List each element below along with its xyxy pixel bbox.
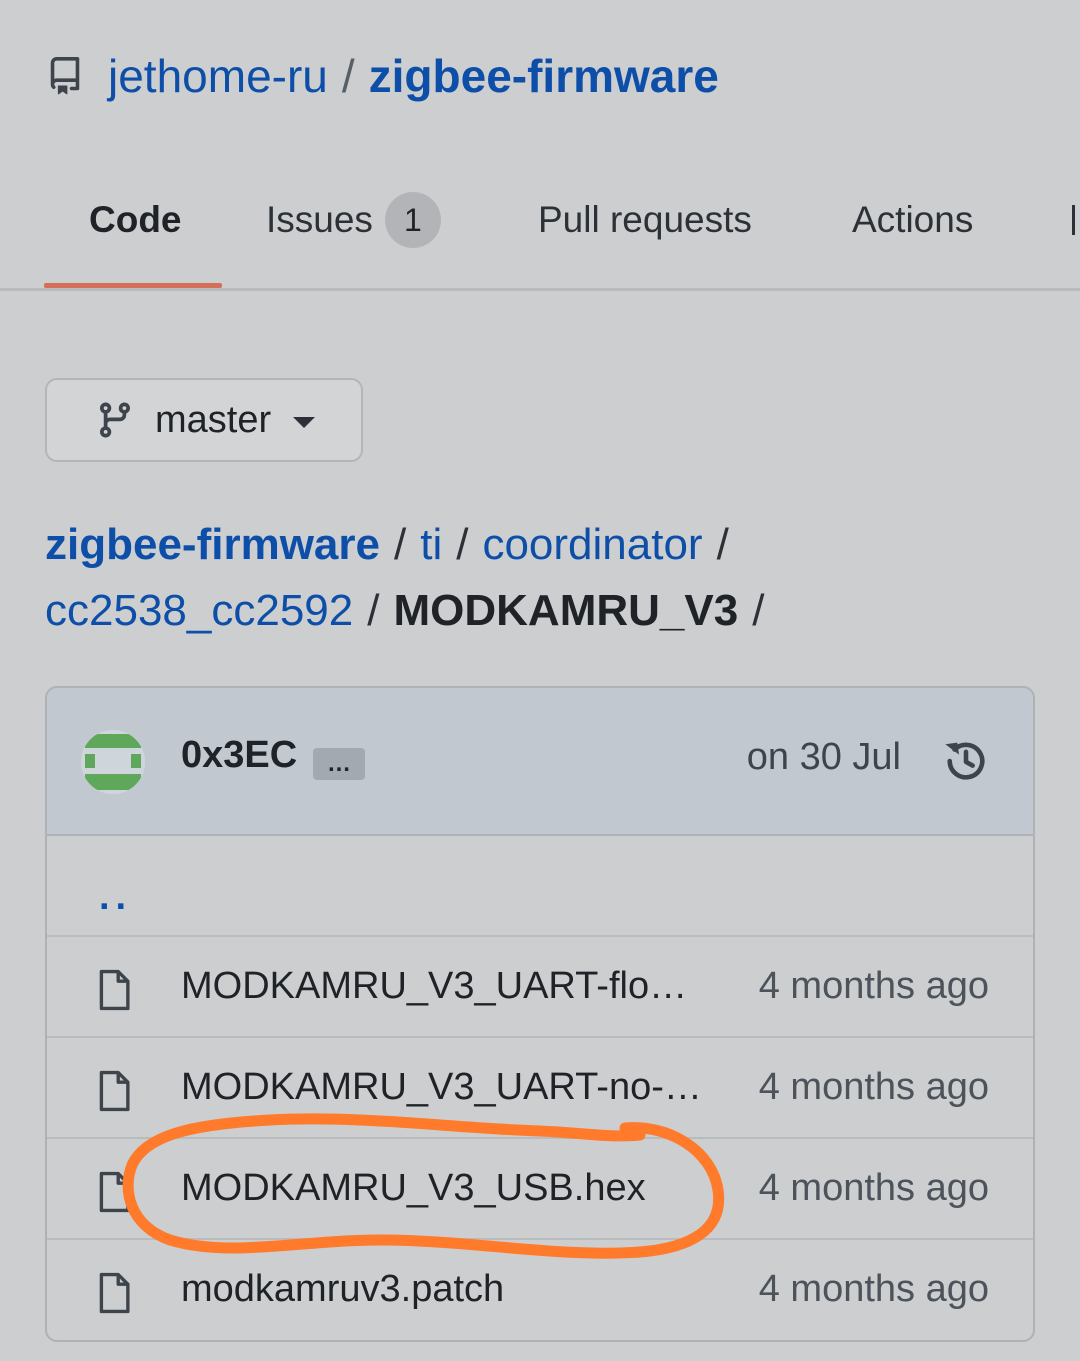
caret-down-icon <box>293 416 316 428</box>
avatar-identicon <box>81 730 145 794</box>
repo-owner-link[interactable]: jethome-ru <box>108 50 328 102</box>
breadcrumb-separator: / <box>716 520 729 569</box>
file-age: 4 months ago <box>758 1066 989 1108</box>
breadcrumb-link-coordinator[interactable]: coordinator <box>482 520 702 569</box>
breadcrumb-link-ti[interactable]: ti <box>420 520 442 569</box>
tab-code[interactable]: Code <box>89 190 182 250</box>
file-name-link[interactable]: MODKAMRU_V3_USB.hex <box>181 1167 711 1210</box>
tab-actions[interactable]: Actions <box>852 190 973 250</box>
breadcrumb-current: MODKAMRU_V3 <box>393 586 739 635</box>
file-age: 4 months ago <box>758 965 989 1007</box>
list-item[interactable]: modkamruv3.patch 4 months ago <box>47 1240 1033 1340</box>
tab-pull-requests-label: Pull requests <box>538 199 752 240</box>
file-icon <box>99 1171 130 1213</box>
repo-name-link[interactable]: zigbee-firmware <box>369 50 719 102</box>
list-item[interactable]: MODKAMRU_V3_UART-no-flo… 4 months ago <box>47 1038 1033 1139</box>
breadcrumb-separator: / <box>393 520 407 569</box>
file-age: 4 months ago <box>758 1167 989 1209</box>
repo-title-separator: / <box>341 50 355 102</box>
breadcrumb-root-link[interactable]: zigbee-firmware <box>45 520 380 569</box>
list-item-updir[interactable]: .. <box>47 836 1033 937</box>
parent-directory-link[interactable]: .. <box>99 876 132 919</box>
repo-icon <box>50 57 80 95</box>
breadcrumb-separator: / <box>752 586 765 635</box>
file-age: 4 months ago <box>758 1268 989 1310</box>
branch-selector-button[interactable]: master <box>45 378 363 462</box>
latest-commit-bar: 0x3EC … on 30 Jul <box>47 688 1033 836</box>
branch-label: master <box>155 398 272 441</box>
tab-actions-label: Actions <box>852 199 974 240</box>
breadcrumb-separator: / <box>367 586 380 635</box>
tab-overflow-partial[interactable] <box>1072 190 1080 250</box>
repo-header: jethome-ru / zigbee-firmware <box>46 44 719 108</box>
tab-pull-requests[interactable]: Pull requests <box>538 190 752 250</box>
file-name-link[interactable]: MODKAMRU_V3_UART-flow-c… <box>181 965 711 1008</box>
repo-title: jethome-ru / zigbee-firmware <box>108 49 719 103</box>
tab-issues[interactable]: Issues 1 <box>266 190 441 250</box>
breadcrumb-separator: / <box>456 520 469 569</box>
issues-counter-badge: 1 <box>384 192 441 248</box>
breadcrumb: zigbee-firmware / ti / coordinator / cc2538_cc… <box>45 512 1045 644</box>
commit-message-expand-button[interactable]: … <box>313 748 365 780</box>
file-icon <box>99 1070 130 1112</box>
breadcrumb-link-cc2538[interactable]: cc2538_cc2592 <box>45 586 353 635</box>
tab-issues-label: Issues <box>266 199 373 240</box>
commit-date: on 30 Jul <box>746 736 901 778</box>
tab-code-label: Code <box>89 199 182 240</box>
branch-icon <box>99 402 130 438</box>
list-item-highlighted[interactable]: MODKAMRU_V3_USB.hex 4 months ago <box>47 1139 1033 1240</box>
list-item[interactable]: MODKAMRU_V3_UART-flow-c… 4 months ago <box>47 937 1033 1038</box>
file-icon <box>99 1272 130 1314</box>
commit-author-link[interactable]: 0x3EC <box>181 734 297 777</box>
file-name-link[interactable]: modkamruv3.patch <box>181 1268 711 1311</box>
repo-tabs: Code Issues 1 Pull requests Actions <box>0 150 1080 291</box>
file-icon <box>99 969 130 1011</box>
file-list-box: 0x3EC … on 30 Jul .. MODKAMRU_V3_UART-fl… <box>45 686 1035 1342</box>
history-icon[interactable] <box>941 736 991 786</box>
active-tab-underline <box>44 283 222 288</box>
file-name-link[interactable]: MODKAMRU_V3_UART-no-flo… <box>181 1066 711 1109</box>
avatar[interactable] <box>81 730 145 794</box>
